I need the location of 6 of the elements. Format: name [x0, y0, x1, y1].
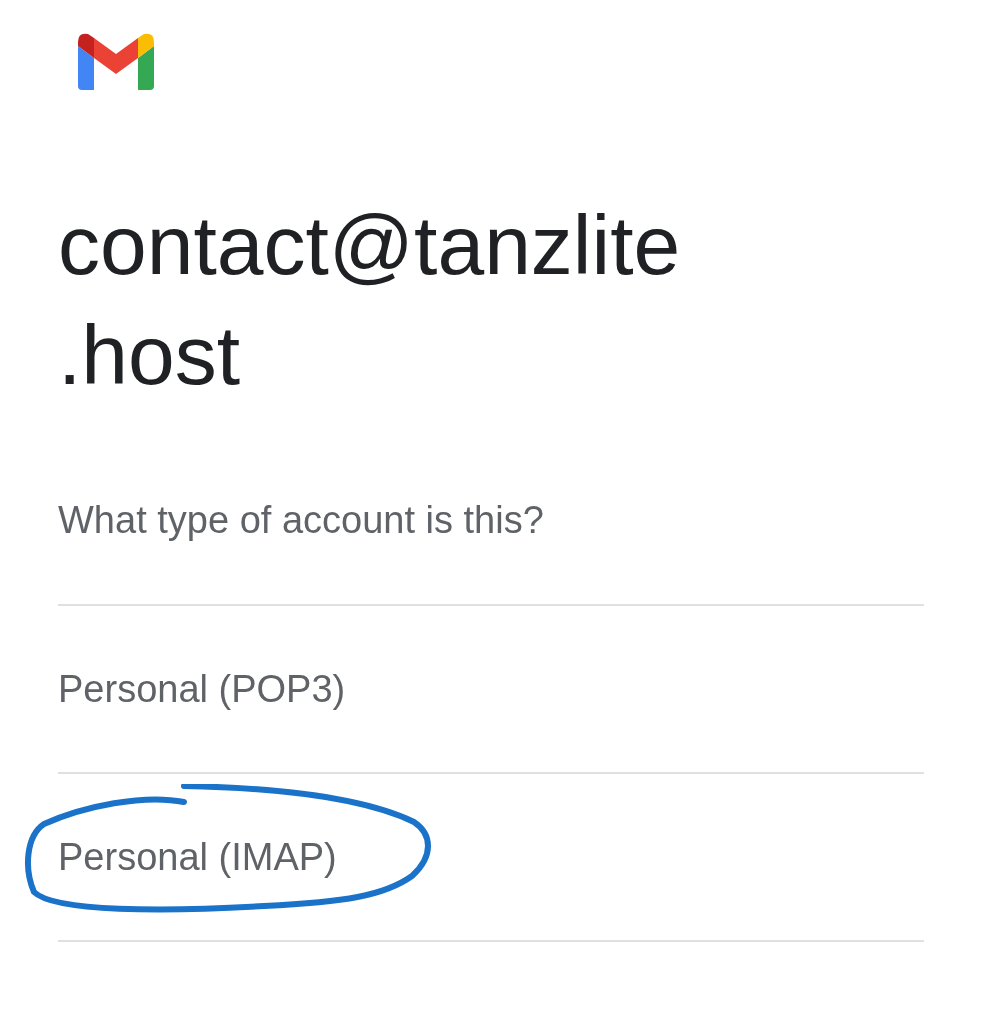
account-type-option[interactable]: Personal (IMAP): [58, 835, 337, 879]
account-type-option[interactable]: Personal (POP3): [58, 667, 346, 711]
mail-logo-icon: [78, 32, 154, 90]
account-email: .host: [58, 307, 241, 404]
account-type-question: What type of account is this?: [58, 496, 924, 606]
account-email: contact@tanzlite: [58, 197, 681, 294]
